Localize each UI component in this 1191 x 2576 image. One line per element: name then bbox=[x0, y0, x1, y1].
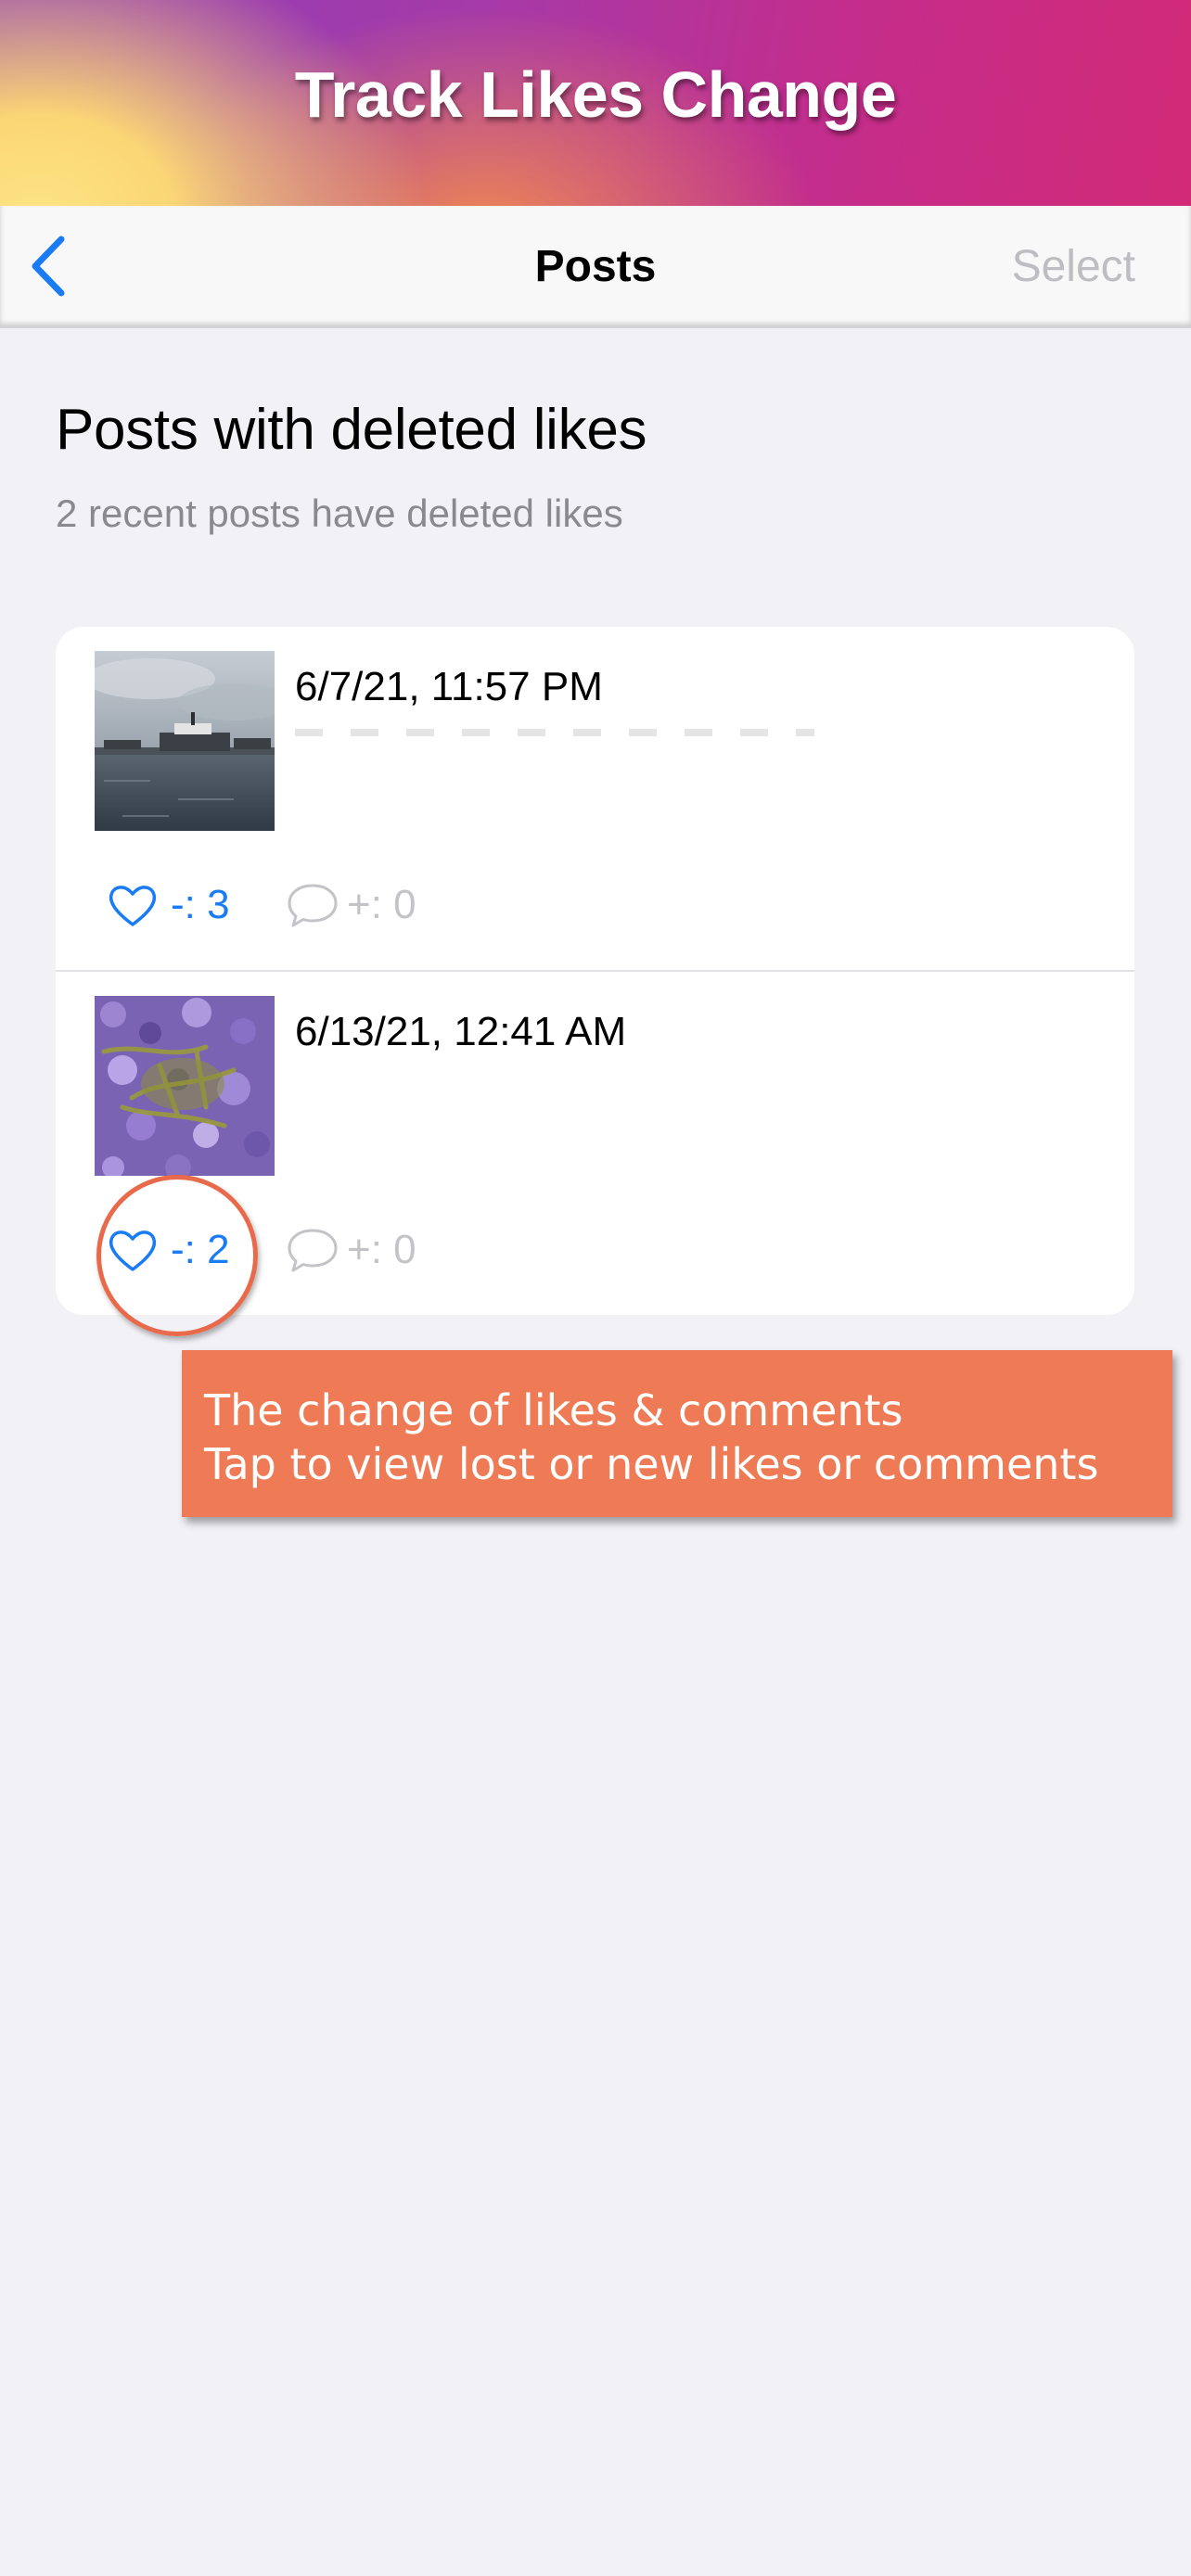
promo-banner: Track Likes Change bbox=[0, 0, 1191, 206]
speech-bubble-icon bbox=[288, 884, 338, 927]
post-date: 6/7/21, 11:57 PM bbox=[295, 664, 603, 709]
tooltip-callout: The change of likes & comments Tap to vi… bbox=[182, 1350, 1172, 1517]
highlight-ring bbox=[96, 1175, 258, 1336]
comments-change-button[interactable]: +: 0 bbox=[286, 1222, 416, 1278]
post-date: 6/13/21, 12:41 AM bbox=[295, 1009, 627, 1054]
callout-line-2: Tap to view lost or new likes or comment… bbox=[204, 1439, 1099, 1489]
heart-icon bbox=[109, 886, 157, 926]
page-title: Posts with deleted likes bbox=[56, 398, 647, 462]
post-thumbnail bbox=[95, 996, 275, 1176]
select-button[interactable]: Select bbox=[1012, 241, 1135, 292]
post-thumbnail bbox=[95, 651, 275, 831]
comments-change-button[interactable]: +: 0 bbox=[286, 877, 416, 933]
likes-change-value: -: 3 bbox=[171, 882, 230, 927]
banner-title: Track Likes Change bbox=[294, 58, 897, 131]
callout-line-1: The change of likes & comments bbox=[204, 1385, 903, 1435]
likes-change-button[interactable]: -: 3 bbox=[106, 877, 230, 933]
post-caption-placeholder bbox=[295, 729, 814, 736]
speech-bubble-icon bbox=[288, 1229, 338, 1272]
page-subtitle: 2 recent posts have deleted likes bbox=[56, 491, 623, 535]
post-row[interactable]: 6/7/21, 11:57 PM -: 3 +: 0 bbox=[56, 627, 1134, 972]
comments-change-value: +: 0 bbox=[347, 882, 416, 927]
comments-change-value: +: 0 bbox=[347, 1227, 416, 1272]
navigation-bar: Posts Select bbox=[0, 206, 1191, 328]
